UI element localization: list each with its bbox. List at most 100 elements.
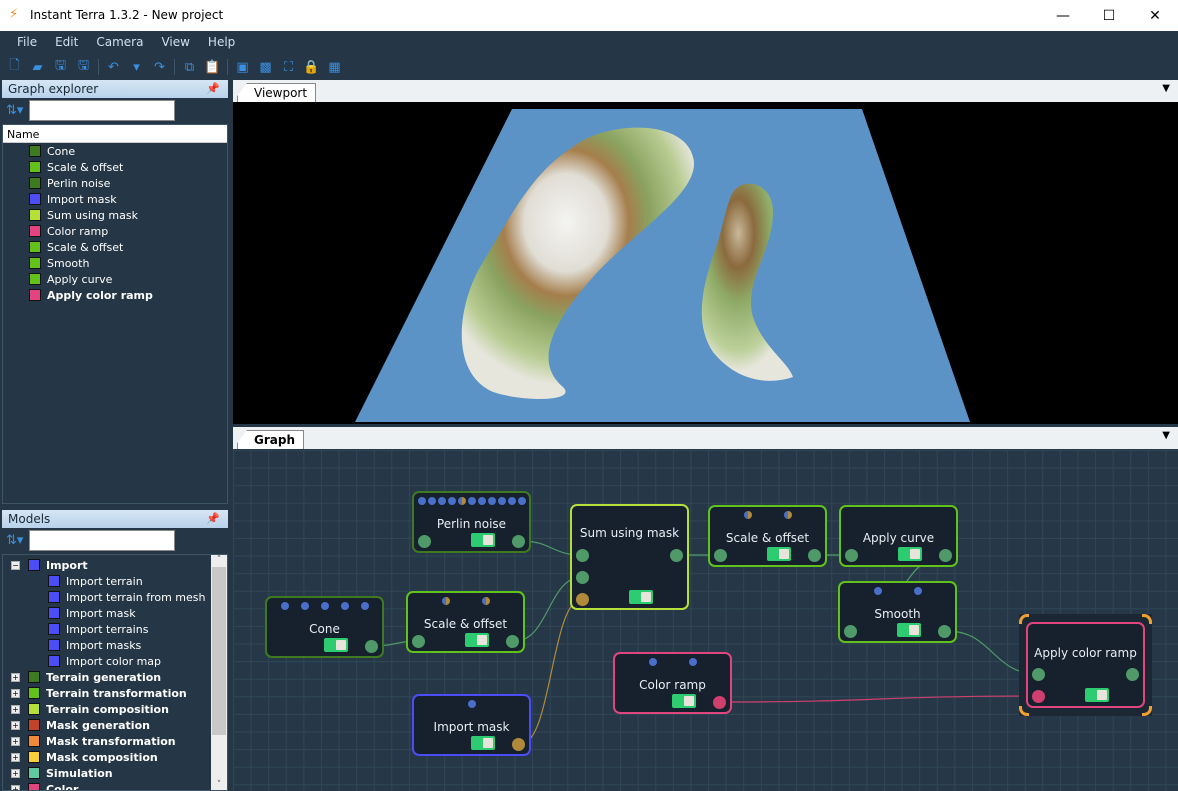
expand-icon[interactable]: + bbox=[11, 688, 20, 698]
viewport-3d[interactable] bbox=[233, 102, 1178, 424]
node-sum[interactable]: Sum using mask bbox=[570, 504, 689, 610]
enable-toggle[interactable] bbox=[471, 533, 495, 547]
model-group[interactable]: + Terrain composition bbox=[3, 701, 227, 717]
input-port[interactable] bbox=[1032, 690, 1045, 703]
texture-icon[interactable]: ▩ bbox=[257, 59, 274, 76]
parameter-dot[interactable] bbox=[447, 497, 456, 505]
graph-explorer-search-input[interactable] bbox=[29, 99, 176, 121]
parameter-dot[interactable] bbox=[913, 587, 922, 595]
menu-view[interactable]: View bbox=[152, 31, 198, 55]
output-port[interactable] bbox=[938, 625, 951, 638]
parameter-dot[interactable] bbox=[340, 602, 349, 610]
node-acr[interactable]: Apply color ramp bbox=[1026, 622, 1145, 708]
lock-icon[interactable]: 🔒 bbox=[303, 59, 320, 76]
expand-icon[interactable]: + bbox=[11, 720, 20, 730]
menu-edit[interactable]: Edit bbox=[46, 31, 87, 55]
tree-item[interactable]: Import mask bbox=[3, 191, 227, 207]
parameter-dot[interactable] bbox=[427, 497, 436, 505]
menu-file[interactable]: File bbox=[8, 31, 46, 55]
tree-item[interactable]: Scale & offset bbox=[3, 159, 227, 175]
enable-toggle[interactable] bbox=[629, 590, 653, 604]
parameter-dot[interactable] bbox=[477, 497, 486, 505]
pin-icon[interactable]: 📌 bbox=[206, 512, 220, 525]
enable-toggle[interactable] bbox=[1085, 688, 1109, 702]
tree-item[interactable]: Scale & offset bbox=[3, 239, 227, 255]
input-port[interactable] bbox=[845, 549, 858, 562]
model-item[interactable]: Import color map bbox=[3, 653, 227, 669]
input-port[interactable] bbox=[576, 549, 589, 562]
enable-toggle[interactable] bbox=[767, 547, 791, 561]
node-mask[interactable]: Import mask bbox=[412, 694, 531, 756]
model-group[interactable]: + Terrain transformation bbox=[3, 685, 227, 701]
model-group[interactable]: − Import bbox=[3, 557, 227, 573]
model-item[interactable]: Import mask bbox=[3, 605, 227, 621]
output-port[interactable] bbox=[713, 696, 726, 709]
parameter-dot[interactable] bbox=[280, 602, 289, 610]
menu-camera[interactable]: Camera bbox=[87, 31, 152, 55]
parameter-dot[interactable] bbox=[517, 497, 526, 505]
undo-icon[interactable]: ↶ bbox=[105, 59, 122, 76]
node-cone[interactable]: Cone bbox=[265, 596, 384, 658]
tab-viewport[interactable]: Viewport bbox=[237, 83, 317, 102]
input-port[interactable] bbox=[418, 535, 431, 548]
input-port[interactable] bbox=[714, 549, 727, 562]
tree-item[interactable]: Sum using mask bbox=[3, 207, 227, 223]
sort-icon[interactable]: ⇅▾ bbox=[6, 103, 23, 118]
chevron-down-icon[interactable]: ▼ bbox=[1162, 430, 1170, 441]
save-icon[interactable]: 🖫 bbox=[52, 58, 69, 76]
parameter-dot[interactable] bbox=[437, 497, 446, 505]
expand-icon[interactable]: + bbox=[11, 736, 20, 746]
output-port[interactable] bbox=[808, 549, 821, 562]
paste-icon[interactable]: 📋 bbox=[204, 59, 221, 76]
parameter-dot[interactable] bbox=[873, 587, 882, 595]
new-file-icon[interactable]: 🗋 bbox=[6, 58, 23, 76]
menu-help[interactable]: Help bbox=[199, 31, 244, 55]
parameter-dot[interactable] bbox=[743, 511, 752, 519]
parameter-dot[interactable] bbox=[457, 497, 466, 505]
parameter-dot[interactable] bbox=[320, 602, 329, 610]
open-icon[interactable]: ▰ bbox=[29, 59, 46, 76]
input-port[interactable] bbox=[412, 635, 425, 648]
tree-item[interactable]: Apply color ramp bbox=[3, 287, 227, 303]
minimize-button[interactable]: — bbox=[1040, 0, 1086, 31]
parameter-dot[interactable] bbox=[467, 497, 476, 505]
enable-toggle[interactable] bbox=[324, 638, 348, 652]
model-item[interactable]: Import terrain from mesh bbox=[3, 589, 227, 605]
enable-toggle[interactable] bbox=[898, 547, 922, 561]
model-item[interactable]: Import masks bbox=[3, 637, 227, 653]
parameter-dot[interactable] bbox=[300, 602, 309, 610]
save-as-icon[interactable]: 🖫 bbox=[75, 58, 92, 76]
box-view-icon[interactable]: ▣ bbox=[234, 59, 251, 76]
tree-item[interactable]: Smooth bbox=[3, 255, 227, 271]
node-smooth[interactable]: Smooth bbox=[838, 581, 957, 643]
output-port[interactable] bbox=[670, 549, 683, 562]
column-header-name[interactable]: Name bbox=[3, 125, 227, 143]
parameter-dot[interactable] bbox=[360, 602, 369, 610]
tree-item[interactable]: Cone bbox=[3, 143, 227, 159]
model-group[interactable]: + Mask generation bbox=[3, 717, 227, 733]
node-curve[interactable]: Apply curve bbox=[839, 505, 958, 567]
close-button[interactable]: ✕ bbox=[1132, 0, 1178, 31]
node-ramp[interactable]: Color ramp bbox=[613, 652, 732, 714]
model-group[interactable]: + Mask transformation bbox=[3, 733, 227, 749]
input-port[interactable] bbox=[576, 571, 589, 584]
scrollbar-thumb[interactable] bbox=[212, 567, 226, 735]
undo-dropdown-icon[interactable]: ▾ bbox=[128, 59, 145, 76]
parameter-dot[interactable] bbox=[441, 597, 450, 605]
model-group[interactable]: + Terrain generation bbox=[3, 669, 227, 685]
models-scrollbar[interactable]: ˄ ˅ bbox=[211, 555, 227, 790]
expand-icon[interactable]: + bbox=[11, 752, 20, 762]
parameter-dot[interactable] bbox=[688, 658, 697, 666]
enable-toggle[interactable] bbox=[465, 633, 489, 647]
output-port[interactable] bbox=[506, 635, 519, 648]
color-ramp-icon[interactable]: ▦ bbox=[326, 59, 343, 76]
pin-icon[interactable]: 📌 bbox=[206, 82, 220, 95]
parameter-dot[interactable] bbox=[481, 597, 490, 605]
tree-item[interactable]: Apply curve bbox=[3, 271, 227, 287]
maximize-button[interactable]: ☐ bbox=[1086, 0, 1132, 31]
fullscreen-icon[interactable]: ⛶ bbox=[280, 59, 297, 76]
input-port[interactable] bbox=[1032, 668, 1045, 681]
copy-icon[interactable]: ⧉ bbox=[181, 59, 198, 76]
collapse-icon[interactable]: − bbox=[11, 560, 20, 570]
input-port[interactable] bbox=[576, 593, 589, 606]
